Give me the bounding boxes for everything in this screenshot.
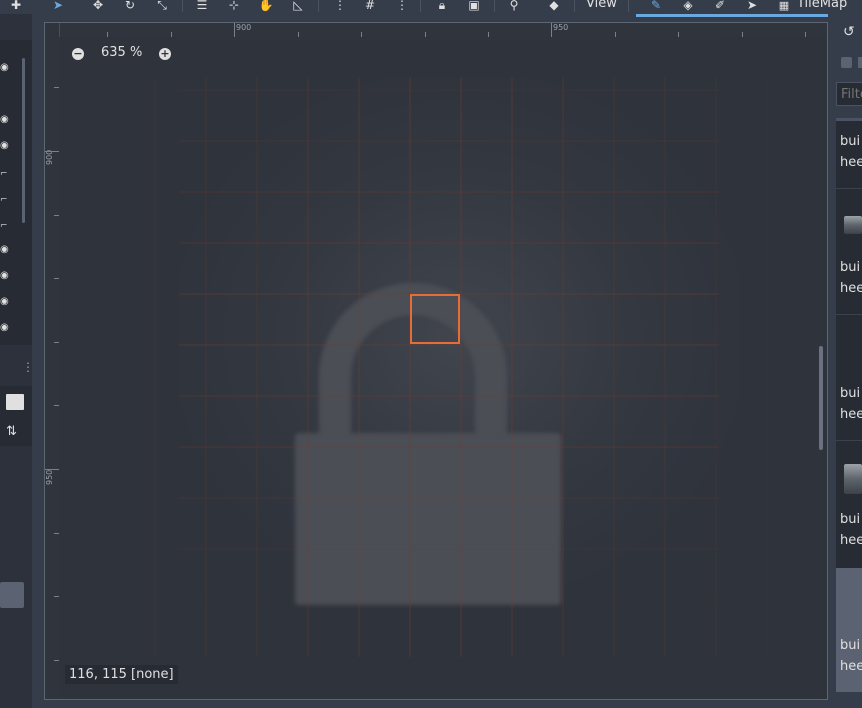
zoom-level[interactable]: 635 % (101, 45, 142, 60)
smart-snap-icon[interactable]: ⋮ (332, 0, 348, 13)
group-icon[interactable]: ▣ (466, 0, 482, 13)
tilemap-label[interactable]: TileMap (797, 0, 847, 11)
visibility-icon[interactable]: ◉ (0, 323, 10, 333)
ruler-tick (234, 23, 235, 37)
ruler-label: 950 (553, 23, 569, 32)
tile-name-line: hee (840, 533, 862, 548)
zoom-in-button[interactable]: + (159, 48, 171, 60)
ruler-label: 900 (45, 149, 54, 165)
list-divider (836, 314, 862, 315)
top-toolbar: ✚ ➤ ✥ ↻ ⤡ ☰ ⊹ ✋ ◺ ⋮ # ⋮ 🔒︎ ▣ ⚲ ◆ View ✎ … (0, 0, 862, 14)
tile-list-item[interactable]: bui hee (836, 442, 862, 568)
toolbar-separator (628, 0, 629, 12)
tile-thumbnail (844, 216, 862, 234)
toolbar-separator (182, 0, 183, 12)
tile-grid (103, 38, 768, 657)
view-camera-icon[interactable]: ◆ (546, 0, 562, 13)
zoom-out-button[interactable]: − (72, 48, 84, 60)
bucket-fill-icon[interactable]: ◈ (680, 0, 696, 13)
toolbar-separator (420, 0, 421, 12)
ruler-icon[interactable]: ◺ (290, 0, 306, 13)
option-checkbox[interactable] (858, 57, 862, 68)
more-icon[interactable]: ⋮ (394, 0, 410, 13)
lock-icon[interactable]: 🔒︎ (434, 0, 450, 13)
tilemap-canvas[interactable]: − 635 % + 116, 115 [none] (59, 37, 827, 699)
visibility-icon[interactable]: ◉ (0, 115, 10, 125)
ruler-label: 950 (45, 469, 54, 485)
tile-name-line: bui (840, 512, 861, 527)
sort-icon[interactable]: ⇅ (6, 424, 17, 439)
ruler-horizontal: 900 950 (45, 23, 827, 38)
pan-icon[interactable]: ✋ (258, 0, 274, 13)
tile-name-line: bui (840, 386, 861, 401)
scale-icon[interactable]: ⤡ (154, 0, 170, 13)
list-divider (836, 188, 862, 189)
list-select-icon[interactable]: ☰ (194, 0, 210, 13)
tile-list-item[interactable]: bui hee (836, 316, 862, 442)
visibility-icon[interactable]: ◉ (0, 245, 10, 255)
list-divider (836, 440, 862, 441)
tile-name-line: hee (840, 281, 862, 296)
canvas-viewport[interactable]: 900 950 900 950 − 635 % + 116, 115 [none… (44, 22, 828, 700)
property-field[interactable] (0, 582, 24, 608)
tile-list-item[interactable]: bui hee (836, 190, 862, 316)
tile-name-line: bui (840, 638, 861, 653)
ruler-tick (551, 23, 552, 37)
tilemap-active-underline (636, 14, 858, 17)
dock-split-handle-icon[interactable]: ⋮ (22, 360, 34, 374)
ruler-label: 900 (236, 23, 252, 32)
curve-icon: ⌐ (0, 169, 8, 179)
visibility-icon[interactable]: ◉ (0, 297, 10, 307)
ruler-vertical: 900 950 (45, 23, 60, 699)
scene-tree-scrollbar[interactable] (22, 58, 25, 223)
tile-name-line: hee (840, 659, 862, 674)
toolbar-separator (318, 0, 319, 12)
curve-icon: ⌐ (0, 221, 8, 231)
ruler-tick (45, 469, 59, 470)
visibility-icon[interactable]: ◉ (0, 141, 10, 151)
tile-filter-field[interactable] (836, 82, 862, 106)
toolbar-separator (574, 0, 575, 12)
select-icon[interactable]: ➤ (50, 0, 66, 13)
tile-cursor (410, 294, 460, 344)
minus-icon: − (73, 47, 83, 60)
cursor-coordinates: 116, 115 [none] (65, 665, 178, 684)
curve-icon: ⌐ (0, 195, 8, 205)
tile-list-header-bar (836, 118, 862, 121)
tile-filter-input[interactable] (837, 84, 862, 105)
option-checkbox[interactable] (841, 57, 852, 68)
ruler-tick (45, 151, 59, 152)
tile-thumbnail (844, 464, 862, 494)
inspector-panel: ⇅ (0, 386, 32, 446)
layout-icon[interactable] (6, 394, 24, 410)
vertical-scrollbar-grabber[interactable] (819, 346, 823, 450)
grid-snap-icon[interactable]: # (362, 0, 378, 13)
select-icon[interactable]: ➤ (744, 0, 760, 13)
add-node-icon[interactable]: ✚ (8, 0, 24, 13)
rotate-left-icon[interactable]: ↺ (843, 24, 855, 40)
tile-name-line: bui (840, 134, 861, 149)
rotate-icon[interactable]: ↻ (122, 0, 138, 13)
tile-list-item-selected[interactable]: bui hee (836, 568, 862, 692)
plus-icon: + (160, 47, 170, 60)
visibility-icon[interactable]: ◉ (0, 271, 10, 281)
scene-tree-panel: ◉ ◉ ◉ ⌐ ⌐ ⌐ ◉ ◉ ◉ ◉ (0, 40, 32, 345)
pencil-icon[interactable]: ✎ (648, 0, 664, 13)
tilemap-grid-icon: ▦ (778, 0, 790, 12)
tile-name-line: bui (840, 260, 861, 275)
tile-name-line: hee (840, 407, 862, 422)
tile-list[interactable]: bui hee bui hee bui hee bui hee bui hee (836, 118, 862, 692)
toolbar-separator (494, 0, 495, 12)
ruler-pointer-icon[interactable]: ⊹ (226, 0, 242, 13)
picker-icon[interactable]: ✐ (712, 0, 728, 13)
view-menu[interactable]: View (586, 0, 617, 11)
move-icon[interactable]: ✥ (90, 0, 106, 13)
tile-name-line: hee (840, 155, 862, 170)
bone-icon[interactable]: ⚲ (506, 0, 522, 13)
visibility-icon[interactable]: ◉ (0, 63, 10, 73)
